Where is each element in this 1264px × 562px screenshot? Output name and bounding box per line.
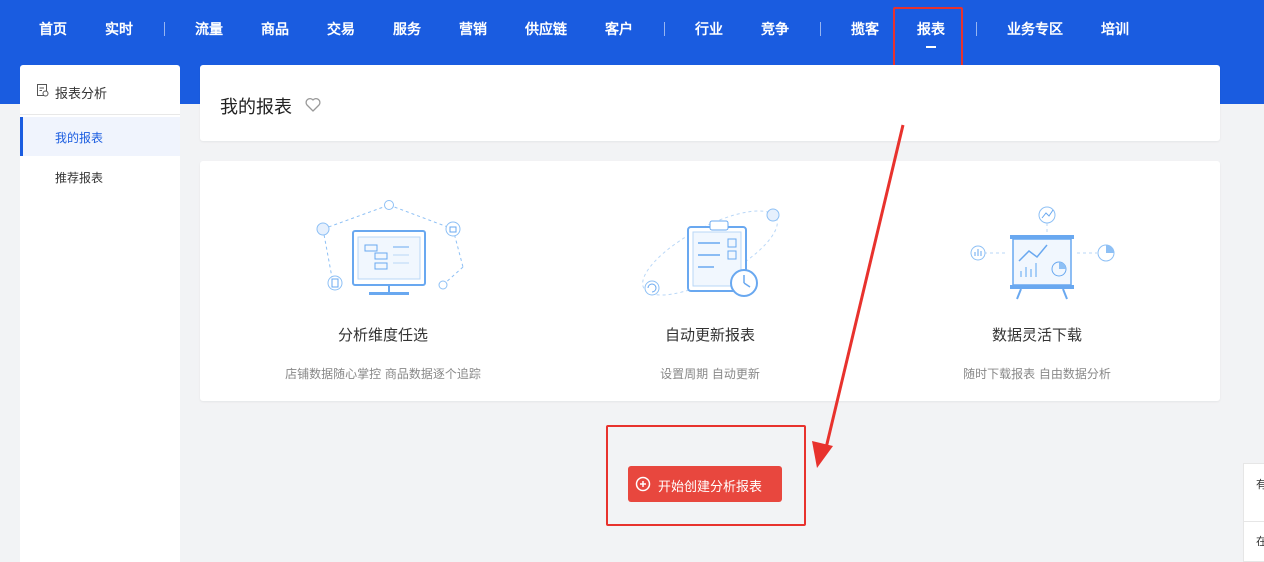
nav-separator [164,22,165,36]
nav-item-customers[interactable]: 客户 [605,21,633,39]
presentation-board-icon [970,206,1115,300]
sidebar-item-my-reports[interactable]: 我的报表 [20,117,180,156]
feature-title: 数据灵活下载 [991,326,1082,344]
nav-item-service[interactable]: 服务 [393,21,421,39]
sidebar-header: 报表分析 [20,65,180,115]
nav-items: 首页 实时 流量 商品 交易 服务 营销 供应链 客户 行业 竞争 揽客 报表 … [0,0,1264,60]
feature-analysis-dimensions: 分析维度任选 店铺数据随心掌控 商品数据逐个追踪 [233,161,533,401]
feature-description: 设置周期 自动更新 [660,367,760,381]
clipboard-clock-icon [642,208,780,297]
feature-description: 随时下载报表 自由数据分析 [963,367,1111,381]
right-float-item-survey[interactable]: 有调 [1256,477,1264,492]
heart-icon[interactable] [305,97,321,112]
divider [1244,521,1264,522]
right-float-item-label: 在咨 [1256,535,1264,548]
feature-auto-update: 自动更新报表 设置周期 自动更新 [560,161,860,401]
sidebar: 报表分析 我的报表 推荐报表 [20,65,180,562]
sidebar-title: 报表分析 [55,87,108,102]
nav-item-industry[interactable]: 行业 [695,21,723,39]
nav-separator [976,22,977,36]
nav-separator [820,22,821,36]
feature-title: 自动更新报表 [664,326,755,344]
nav-item-products[interactable]: 商品 [261,21,289,39]
monitor-chart-icon [316,200,464,295]
sidebar-item-label: 我的报表 [55,131,104,145]
nav-item-training[interactable]: 培训 [1101,21,1129,39]
right-float-item-consult[interactable]: 在咨 [1256,534,1264,549]
nav-item-marketing[interactable]: 营销 [459,21,487,39]
nav-item-supply-chain[interactable]: 供应链 [525,21,567,39]
nav-item-business-zone[interactable]: 业务专区 [1007,21,1063,39]
page-title: 我的报表 [220,97,292,118]
create-report-label: 开始创建分析报表 [658,480,763,495]
nav-item-traffic[interactable]: 流量 [195,21,223,39]
plus-circle-icon [635,476,651,492]
nav-item-home[interactable]: 首页 [39,21,67,39]
create-report-button[interactable]: 开始创建分析报表 [628,466,782,502]
right-float-panel: 有调 在咨 [1243,463,1264,562]
sidebar-item-recommended-reports[interactable]: 推荐报表 [20,157,180,196]
feature-description: 店铺数据随心掌控 商品数据逐个追踪 [285,367,481,381]
nav-item-realtime[interactable]: 实时 [105,21,133,39]
nav-item-transactions[interactable]: 交易 [327,21,355,39]
page-title-card: 我的报表 [200,65,1220,141]
features-card: 分析维度任选 店铺数据随心掌控 商品数据逐个追踪 自动更新报表 设置周期 自动更… [200,161,1220,401]
nav-item-acquisition[interactable]: 揽客 [851,21,879,39]
right-float-item-label: 有调 [1256,478,1264,491]
feature-flexible-download: 数据灵活下载 随时下载报表 自由数据分析 [887,161,1187,401]
feature-title: 分析维度任选 [337,326,428,344]
sidebar-item-label: 推荐报表 [55,171,104,185]
report-icon [37,84,49,97]
nav-item-competition[interactable]: 竞争 [761,21,789,39]
nav-separator [664,22,665,36]
